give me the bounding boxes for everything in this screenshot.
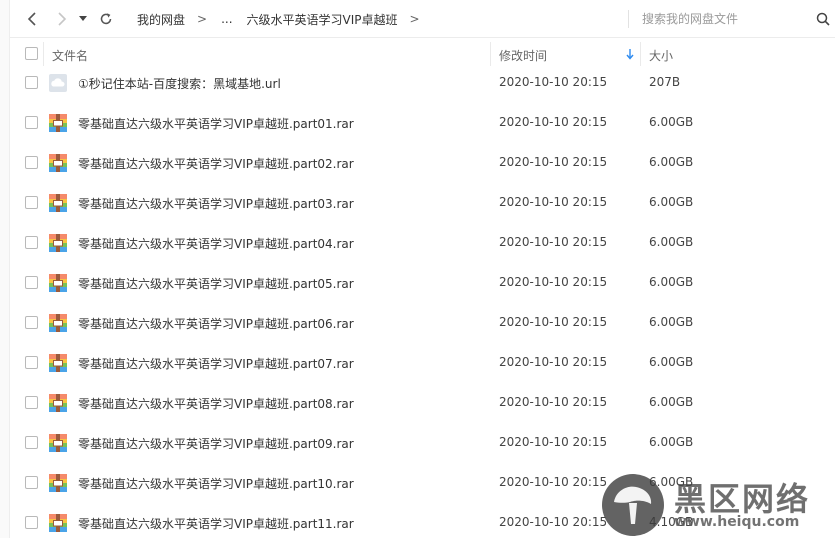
file-row[interactable]: 零基础直达六级水平英语学习VIP卓越班.part09.rar 2020-10-1…: [10, 423, 835, 463]
watermark-url: www.heiqu.com: [674, 514, 800, 530]
file-name[interactable]: 零基础直达六级水平英语学习VIP卓越班.part05.rar: [78, 275, 354, 292]
left-panel-edge: [0, 0, 10, 538]
rar-archive-icon: [49, 234, 67, 252]
file-name[interactable]: 零基础直达六级水平英语学习VIP卓越班.part08.rar: [78, 395, 354, 412]
search-input[interactable]: [642, 9, 807, 29]
file-name[interactable]: 零基础直达六级水平英语学习VIP卓越班.part03.rar: [78, 195, 354, 212]
rar-archive-icon: [49, 314, 67, 332]
breadcrumb-item-current-folder[interactable]: 六级水平英语学习VIP卓越班: [247, 11, 398, 28]
rar-archive-icon: [49, 474, 67, 492]
file-size: 6.00GB: [649, 395, 694, 409]
file-row[interactable]: 零基础直达六级水平英语学习VIP卓越班.part01.rar 2020-10-1…: [10, 103, 835, 143]
refresh-button[interactable]: [96, 9, 116, 29]
file-modified-time: 2020-10-10 20:15: [499, 515, 608, 529]
file-row[interactable]: 零基础直达六级水平英语学习VIP卓越班.part07.rar 2020-10-1…: [10, 343, 835, 383]
history-dropdown-button[interactable]: [76, 9, 90, 29]
file-size: 6.00GB: [649, 315, 694, 329]
search-icon: [816, 12, 830, 26]
file-name[interactable]: 零基础直达六级水平英语学习VIP卓越班.part04.rar: [78, 235, 354, 252]
file-size: 6.00GB: [649, 275, 694, 289]
file-size: 6.00GB: [649, 115, 694, 129]
file-modified-time: 2020-10-10 20:15: [499, 435, 608, 449]
file-size: 6.00GB: [649, 195, 694, 209]
file-modified-time: 2020-10-10 20:15: [499, 115, 608, 129]
file-name[interactable]: 零基础直达六级水平英语学习VIP卓越班.part06.rar: [78, 315, 354, 332]
row-checkbox[interactable]: [25, 316, 38, 329]
file-name[interactable]: 零基础直达六级水平英语学习VIP卓越班.part01.rar: [78, 115, 354, 132]
file-modified-time: 2020-10-10 20:15: [499, 75, 608, 89]
search-divider: [628, 10, 629, 28]
row-checkbox[interactable]: [25, 116, 38, 129]
file-name[interactable]: ①秒记住本站-百度搜索：黑域基地.url: [78, 75, 281, 92]
sort-descending-icon[interactable]: [624, 47, 636, 61]
breadcrumb-item-ellipsis[interactable]: ...: [221, 12, 232, 26]
back-button[interactable]: [22, 9, 42, 29]
file-size: 6.00GB: [649, 435, 694, 449]
row-checkbox[interactable]: [25, 516, 38, 529]
refresh-icon: [100, 13, 112, 25]
toolbar: 我的网盘 > ... 六级水平英语学习VIP卓越班 >: [10, 0, 835, 38]
breadcrumb-item-my-drive[interactable]: 我的网盘: [137, 11, 185, 28]
rar-archive-icon: [49, 514, 67, 532]
file-name[interactable]: 零基础直达六级水平英语学习VIP卓越班.part07.rar: [78, 355, 354, 372]
file-row[interactable]: 零基础直达六级水平英语学习VIP卓越班.part02.rar 2020-10-1…: [10, 143, 835, 183]
rar-archive-icon: [49, 394, 67, 412]
rar-archive-icon: [49, 154, 67, 172]
url-file-icon: [49, 74, 67, 92]
breadcrumb-separator: >: [197, 12, 208, 26]
file-modified-time: 2020-10-10 20:15: [499, 355, 608, 369]
row-checkbox[interactable]: [25, 236, 38, 249]
watermark: 黑区网络 www.heiqu.com: [600, 472, 835, 538]
file-modified-time: 2020-10-10 20:15: [499, 235, 608, 249]
file-row[interactable]: 零基础直达六级水平英语学习VIP卓越班.part04.rar 2020-10-1…: [10, 223, 835, 263]
file-modified-time: 2020-10-10 20:15: [499, 195, 608, 209]
column-header-name[interactable]: 文件名: [52, 47, 88, 64]
column-header-size[interactable]: 大小: [649, 47, 673, 64]
file-modified-time: 2020-10-10 20:15: [499, 155, 608, 169]
caret-down-icon: [79, 16, 87, 21]
file-modified-time: 2020-10-10 20:15: [499, 475, 608, 489]
row-checkbox[interactable]: [25, 356, 38, 369]
row-checkbox[interactable]: [25, 396, 38, 409]
file-row[interactable]: ①秒记住本站-百度搜索：黑域基地.url 2020-10-10 20:15 20…: [10, 63, 835, 103]
file-row[interactable]: 零基础直达六级水平英语学习VIP卓越班.part03.rar 2020-10-1…: [10, 183, 835, 223]
file-modified-time: 2020-10-10 20:15: [499, 275, 608, 289]
search-button[interactable]: [813, 9, 833, 29]
row-checkbox[interactable]: [25, 156, 38, 169]
file-row[interactable]: 零基础直达六级水平英语学习VIP卓越班.part05.rar 2020-10-1…: [10, 263, 835, 303]
select-all-checkbox[interactable]: [25, 47, 38, 60]
row-checkbox[interactable]: [25, 196, 38, 209]
file-size: 6.00GB: [649, 155, 694, 169]
breadcrumb-separator: >: [409, 12, 420, 26]
file-size: 6.00GB: [649, 355, 694, 369]
file-name[interactable]: 零基础直达六级水平英语学习VIP卓越班.part10.rar: [78, 475, 354, 492]
rar-archive-icon: [49, 434, 67, 452]
file-list: ①秒记住本站-百度搜索：黑域基地.url 2020-10-10 20:15 20…: [10, 63, 835, 538]
rar-archive-icon: [49, 194, 67, 212]
forward-button[interactable]: [52, 9, 72, 29]
rar-archive-icon: [49, 114, 67, 132]
row-checkbox[interactable]: [25, 476, 38, 489]
file-name[interactable]: 零基础直达六级水平英语学习VIP卓越班.part11.rar: [78, 515, 354, 532]
file-size: 207B: [649, 75, 681, 89]
file-modified-time: 2020-10-10 20:15: [499, 315, 608, 329]
file-row[interactable]: 零基础直达六级水平英语学习VIP卓越班.part08.rar 2020-10-1…: [10, 383, 835, 423]
row-checkbox[interactable]: [25, 276, 38, 289]
row-checkbox[interactable]: [25, 436, 38, 449]
cloud-drive-window: 我的网盘 > ... 六级水平英语学习VIP卓越班 > 文件名 修改时间 大小: [0, 0, 835, 538]
watermark-logo-icon: [602, 474, 664, 536]
row-checkbox[interactable]: [25, 76, 38, 89]
file-modified-time: 2020-10-10 20:15: [499, 395, 608, 409]
file-size: 6.00GB: [649, 235, 694, 249]
column-header-modified[interactable]: 修改时间: [499, 47, 547, 64]
rar-archive-icon: [49, 274, 67, 292]
chevron-right-icon: [58, 12, 67, 26]
file-name[interactable]: 零基础直达六级水平英语学习VIP卓越班.part02.rar: [78, 155, 354, 172]
chevron-left-icon: [27, 12, 36, 26]
file-name[interactable]: 零基础直达六级水平英语学习VIP卓越班.part09.rar: [78, 435, 354, 452]
file-row[interactable]: 零基础直达六级水平英语学习VIP卓越班.part06.rar 2020-10-1…: [10, 303, 835, 343]
rar-archive-icon: [49, 354, 67, 372]
breadcrumb: 我的网盘 > ... 六级水平英语学习VIP卓越班 >: [137, 0, 420, 38]
